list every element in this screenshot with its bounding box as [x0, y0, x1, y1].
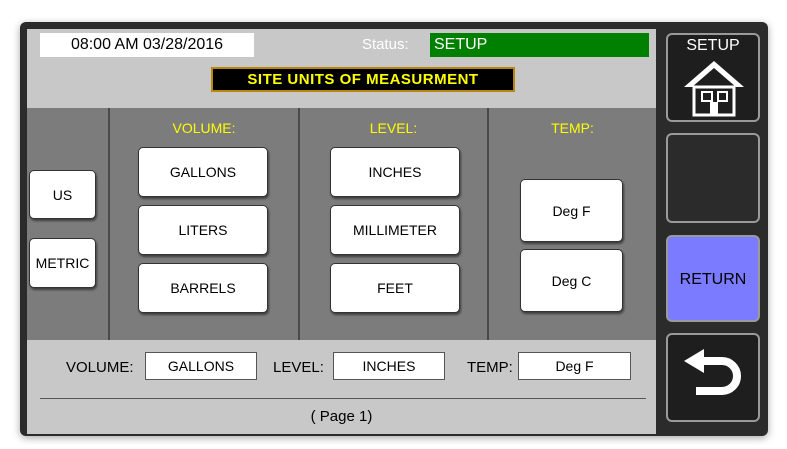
- deg-f-button[interactable]: Deg F: [520, 179, 623, 242]
- return-arrow-icon: [684, 349, 741, 395]
- back-button[interactable]: [666, 333, 760, 422]
- house-icon: [684, 61, 744, 117]
- return-label: RETURN: [679, 271, 747, 288]
- us-button[interactable]: US: [29, 170, 96, 219]
- page-title: SITE UNITS OF MEASURMENT: [211, 67, 515, 92]
- level-header: LEVEL:: [369, 120, 418, 136]
- blank-button[interactable]: [666, 133, 760, 223]
- column-divider: [298, 108, 300, 340]
- volume-header: VOLUME:: [172, 120, 236, 136]
- status-value: SETUP: [430, 33, 649, 57]
- summary-temp-value: Deg F: [518, 352, 631, 380]
- summary-temp-label: TEMP:: [467, 359, 513, 376]
- return-button[interactable]: RETURN: [666, 235, 760, 322]
- feet-button[interactable]: FEET: [330, 263, 460, 313]
- inches-button[interactable]: INCHES: [330, 147, 460, 197]
- summary-level-label: LEVEL:: [273, 359, 324, 376]
- page-indicator: ( Page 1): [310, 408, 373, 425]
- datetime-display: 08:00 AM 03/28/2016: [40, 33, 254, 57]
- summary-volume-value: GALLONS: [145, 352, 257, 380]
- footer-divider: [40, 398, 646, 399]
- setup-label: SETUP: [686, 37, 740, 54]
- column-divider: [487, 108, 489, 340]
- status-label: Status:: [362, 36, 409, 53]
- metric-button[interactable]: METRIC: [29, 238, 96, 288]
- column-divider: [108, 108, 110, 340]
- liters-button[interactable]: LITERS: [138, 205, 268, 255]
- temp-header: TEMP:: [551, 120, 594, 136]
- deg-c-button[interactable]: Deg C: [520, 249, 623, 312]
- gallons-button[interactable]: GALLONS: [138, 147, 268, 197]
- barrels-button[interactable]: BARRELS: [138, 263, 268, 313]
- summary-volume-label: VOLUME:: [66, 359, 134, 376]
- summary-level-value: INCHES: [333, 352, 445, 380]
- millimeter-button[interactable]: MILLIMETER: [330, 205, 460, 255]
- setup-button[interactable]: SETUP: [666, 33, 760, 122]
